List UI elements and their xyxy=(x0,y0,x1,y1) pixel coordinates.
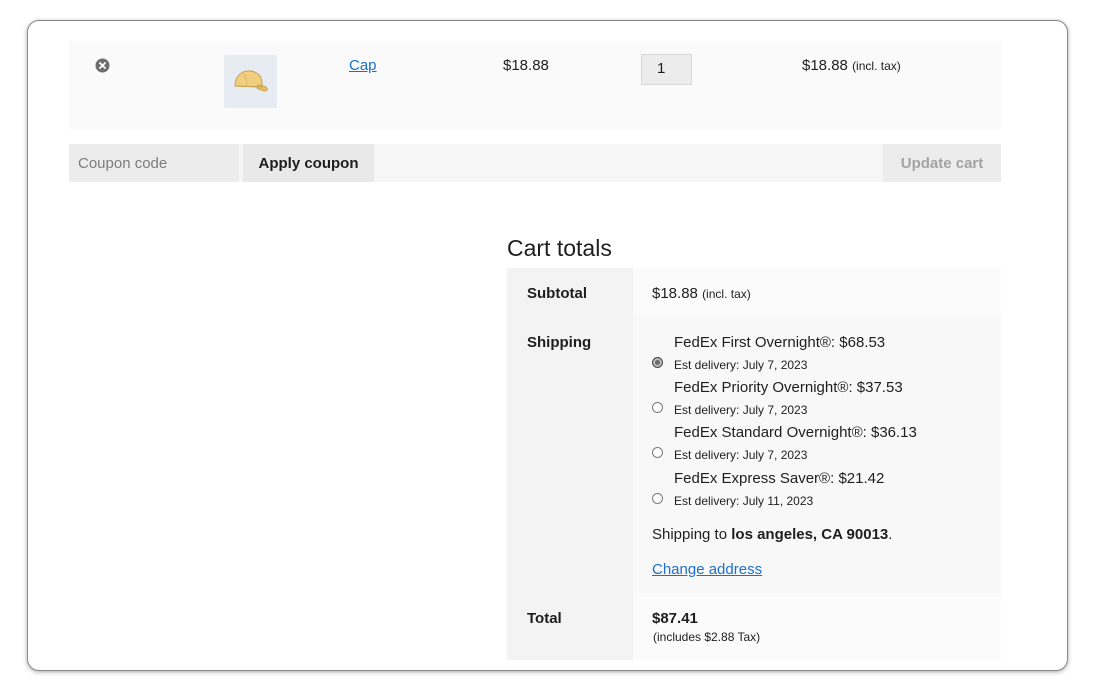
shipping-option-est: Est delivery: July 7, 2023 xyxy=(674,448,808,462)
close-circle-icon[interactable] xyxy=(95,58,110,73)
shipping-option-label: FedEx Priority Overnight®: $37.53 xyxy=(674,379,903,396)
product-thumbnail[interactable] xyxy=(224,55,277,108)
shipping-option-est: Est delivery: July 7, 2023 xyxy=(674,403,808,417)
shipping-option-radio[interactable] xyxy=(652,402,663,413)
shipping-option-radio[interactable] xyxy=(652,447,663,458)
shipping-label: Shipping xyxy=(527,334,592,351)
quantity-input[interactable]: 1 xyxy=(641,54,692,85)
subtotal-suffix: (incl. tax) xyxy=(702,287,751,301)
product-price: $18.88 xyxy=(503,57,549,74)
coupon-code-input[interactable] xyxy=(69,144,239,182)
shipping-to-address: los angeles, CA 90013 xyxy=(731,526,889,543)
product-link[interactable]: Cap xyxy=(349,57,377,74)
line-total: $18.88 (incl. tax) xyxy=(802,57,901,74)
tax-note: (includes $2.88 Tax) xyxy=(653,630,761,644)
cart-totals-title: Cart totals xyxy=(507,235,612,261)
cap-icon xyxy=(234,70,268,92)
change-address-link[interactable]: Change address xyxy=(652,561,762,578)
line-total-value: $18.88 xyxy=(802,57,848,74)
shipping-option-radio[interactable] xyxy=(652,357,663,368)
subtotal-label: Subtotal xyxy=(527,285,587,302)
shipping-option-label: FedEx Express Saver®: $21.42 xyxy=(674,470,885,487)
shipping-to-suffix: . xyxy=(888,526,893,543)
shipping-option-radio[interactable] xyxy=(652,493,663,504)
shipping-option-label: FedEx Standard Overnight®: $36.13 xyxy=(674,424,917,441)
shipping-option-est: Est delivery: July 7, 2023 xyxy=(674,358,808,372)
totals-label-column xyxy=(507,268,633,660)
apply-coupon-button[interactable]: Apply coupon xyxy=(243,144,374,182)
shipping-option-est: Est delivery: July 11, 2023 xyxy=(674,494,814,508)
shipping-option-label: FedEx First Overnight®: $68.53 xyxy=(674,334,886,351)
subtotal-value: $18.88 xyxy=(652,285,698,302)
browser-frame: Cap $18.88 1 $18.88 (incl. tax) Apply co… xyxy=(27,20,1068,671)
cart-item-row xyxy=(69,41,1001,129)
total-value: $87.41 xyxy=(652,610,698,627)
shipping-destination: Shipping to los angeles, CA 90013. xyxy=(652,526,892,543)
line-total-suffix: (incl. tax) xyxy=(852,59,901,73)
subtotal-amount: $18.88 (incl. tax) xyxy=(652,285,751,302)
total-label: Total xyxy=(527,610,562,627)
shipping-to-prefix: Shipping to xyxy=(652,526,728,543)
update-cart-button[interactable]: Update cart xyxy=(883,144,1001,182)
